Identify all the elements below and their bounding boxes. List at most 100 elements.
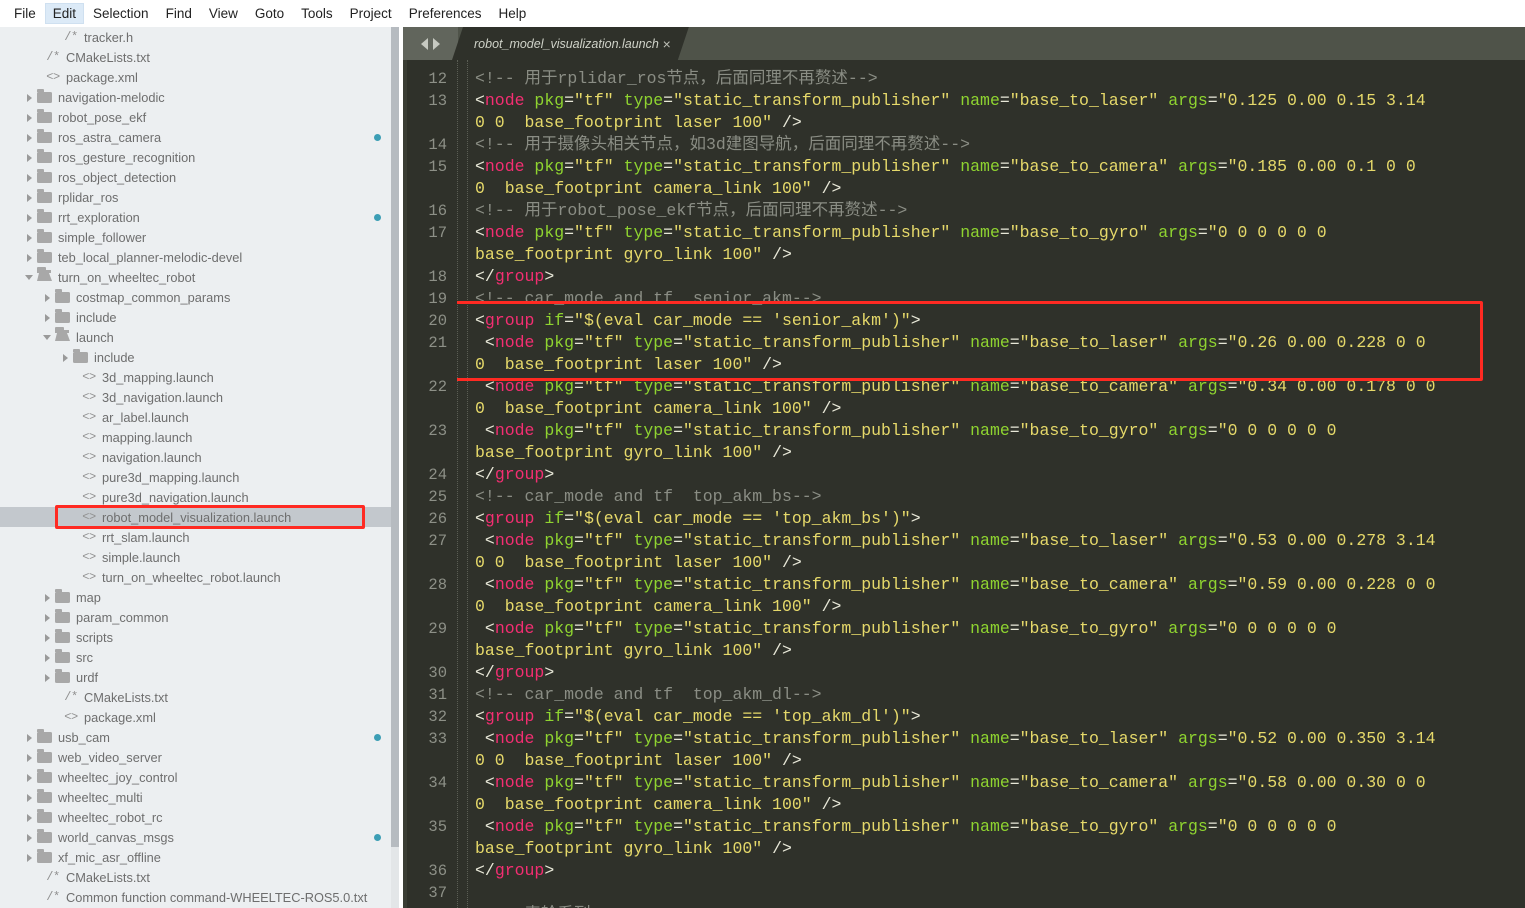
chevron-right-icon[interactable] — [24, 211, 36, 223]
menu-item-find[interactable]: Find — [158, 3, 200, 24]
chevron-right-icon[interactable] — [42, 671, 54, 683]
code-line[interactable]: <node pkg="tf" type="static_transform_pu… — [475, 530, 1525, 552]
code-line[interactable]: <!-- 用于摄像头相关节点，如3d建图导航，后面同理不再赘述--> — [475, 134, 1525, 156]
tree-item[interactable]: <> package.xml — [0, 67, 403, 87]
code-line[interactable]: <node pkg="tf" type="static_transform_pu… — [475, 376, 1525, 398]
code-line[interactable]: <node pkg="tf" type="static_transform_pu… — [475, 618, 1525, 640]
tree-item[interactable]: <> 3d_mapping.launch — [0, 367, 403, 387]
menu-item-preferences[interactable]: Preferences — [401, 3, 490, 24]
tree-item[interactable]: <> rrt_slam.launch — [0, 527, 403, 547]
code-line[interactable]: <node pkg="tf" type="static_transform_pu… — [475, 816, 1525, 838]
code-line[interactable]: <!-- car_mode and tf top_akm_dl--> — [475, 684, 1525, 706]
tree-item[interactable]: <> pure3d_navigation.launch — [0, 487, 403, 507]
chevron-right-icon[interactable] — [42, 291, 54, 303]
code-line[interactable]: 0 base_footprint laser 100" /> — [475, 354, 1525, 376]
tree-item[interactable]: navigation-melodic — [0, 87, 403, 107]
chevron-down-icon[interactable] — [24, 271, 36, 283]
code-line[interactable]: <!-- 用于rplidar_ros节点，后面同理不再赘述--> — [475, 68, 1525, 90]
chevron-right-icon[interactable] — [42, 651, 54, 663]
tree-item[interactable]: ros_object_detection — [0, 167, 403, 187]
tree-item[interactable]: launch — [0, 327, 403, 347]
code-line[interactable]: </group> — [475, 266, 1525, 288]
menu-item-project[interactable]: Project — [342, 3, 400, 24]
code-line[interactable]: <node pkg="tf" type="static_transform_pu… — [475, 772, 1525, 794]
tree-item[interactable]: include — [0, 347, 403, 367]
chevron-right-icon[interactable] — [24, 851, 36, 863]
tree-item[interactable]: wheeltec_robot_rc — [0, 807, 403, 827]
chevron-right-icon[interactable] — [24, 111, 36, 123]
code-line[interactable]: 0 0 base_footprint laser 100" /> — [475, 750, 1525, 772]
chevron-right-icon[interactable] — [24, 251, 36, 263]
tree-item[interactable]: /* CMakeLists.txt — [0, 47, 403, 67]
chevron-right-icon[interactable] — [42, 311, 54, 323]
code-line[interactable]: <!-- 麦轮系列 --> — [475, 904, 1525, 908]
menu-item-view[interactable]: View — [201, 3, 246, 24]
tree-item[interactable]: src — [0, 647, 403, 667]
tree-item[interactable]: wheeltec_joy_control — [0, 767, 403, 787]
code-line[interactable]: <!-- 用于robot_pose_ekf节点，后面同理不再赘述--> — [475, 200, 1525, 222]
tree-item[interactable]: ros_astra_camera — [0, 127, 403, 147]
editor-tab-active[interactable]: robot_model_visualization.launch × — [452, 27, 689, 60]
tree-item[interactable]: robot_pose_ekf — [0, 107, 403, 127]
code-line[interactable]: </group> — [475, 860, 1525, 882]
tree-item[interactable]: param_common — [0, 607, 403, 627]
tree-item[interactable]: xf_mic_asr_offline — [0, 847, 403, 867]
chevron-right-icon[interactable] — [42, 631, 54, 643]
chevron-right-icon[interactable] — [24, 811, 36, 823]
chevron-right-icon[interactable] — [24, 731, 36, 743]
tree-item[interactable]: usb_cam — [0, 727, 403, 747]
tree-item[interactable]: urdf — [0, 667, 403, 687]
menu-item-file[interactable]: File — [6, 3, 44, 24]
tree-item[interactable]: rrt_exploration — [0, 207, 403, 227]
tree-item[interactable]: turn_on_wheeltec_robot — [0, 267, 403, 287]
menu-item-edit[interactable]: Edit — [44, 2, 85, 24]
chevron-right-icon[interactable] — [24, 791, 36, 803]
tree-item[interactable]: /* CMakeLists.txt — [0, 867, 403, 887]
tree-item[interactable]: scripts — [0, 627, 403, 647]
tree-item-selected[interactable]: <> robot_model_visualization.launch — [0, 507, 403, 527]
tree-item[interactable]: wheeltec_multi — [0, 787, 403, 807]
tree-item[interactable]: <> package.xml — [0, 707, 403, 727]
file-sidebar[interactable]: /* tracker.h /* CMakeLists.txt <> package.xml… — [0, 27, 403, 908]
chevron-right-icon[interactable] — [60, 351, 72, 363]
code-line[interactable]: <node pkg="tf" type="static_transform_pu… — [475, 90, 1525, 112]
code-line[interactable]: <node pkg="tf" type="static_transform_pu… — [475, 332, 1525, 354]
code-line[interactable]: <node pkg="tf" type="static_transform_pu… — [475, 420, 1525, 442]
code-line[interactable]: base_footprint gyro_link 100" /> — [475, 244, 1525, 266]
code-line[interactable]: <!-- car_mode and tf top_akm_bs--> — [475, 486, 1525, 508]
tree-item[interactable]: rplidar_ros — [0, 187, 403, 207]
chevron-down-icon[interactable] — [42, 331, 54, 343]
code-line[interactable]: 0 base_footprint camera_link 100" /> — [475, 178, 1525, 200]
tree-item[interactable]: <> turn_on_wheeltec_robot.launch — [0, 567, 403, 587]
chevron-right-icon[interactable] — [42, 591, 54, 603]
close-icon[interactable]: × — [663, 36, 671, 52]
tree-item[interactable]: <> mapping.launch — [0, 427, 403, 447]
code-line[interactable]: <group if="$(eval car_mode == 'top_akm_b… — [475, 508, 1525, 530]
code-line[interactable]: <node pkg="tf" type="static_transform_pu… — [475, 728, 1525, 750]
tree-item[interactable]: <> navigation.launch — [0, 447, 403, 467]
code-line[interactable]: <node pkg="tf" type="static_transform_pu… — [475, 222, 1525, 244]
tree-item[interactable]: <> pure3d_mapping.launch — [0, 467, 403, 487]
next-arrow-icon[interactable] — [433, 37, 440, 50]
tab-nav-arrows[interactable] — [403, 27, 458, 60]
tree-item[interactable]: include — [0, 307, 403, 327]
code-line[interactable]: base_footprint gyro_link 100" /> — [475, 838, 1525, 860]
tree-item[interactable]: web_video_server — [0, 747, 403, 767]
code-line[interactable]: <!-- car_mode and tf senior_akm--> — [475, 288, 1525, 310]
chevron-right-icon[interactable] — [24, 751, 36, 763]
chevron-right-icon[interactable] — [24, 151, 36, 163]
code-content[interactable]: <!-- 用于rplidar_ros节点，后面同理不再赘述--> <node pk… — [457, 60, 1525, 908]
code-line[interactable]: </group> — [475, 464, 1525, 486]
chevron-right-icon[interactable] — [24, 231, 36, 243]
chevron-right-icon[interactable] — [24, 171, 36, 183]
code-line[interactable]: base_footprint gyro_link 100" /> — [475, 640, 1525, 662]
menu-item-selection[interactable]: Selection — [85, 3, 157, 24]
code-line[interactable]: 0 0 base_footprint laser 100" /> — [475, 552, 1525, 574]
code-line[interactable]: base_footprint gyro_link 100" /> — [475, 442, 1525, 464]
code-line[interactable]: <node pkg="tf" type="static_transform_pu… — [475, 574, 1525, 596]
tree-item[interactable]: /* CMakeLists.txt — [0, 687, 403, 707]
sidebar-scrollbar-thumb[interactable] — [391, 27, 399, 847]
code-line[interactable]: </group> — [475, 662, 1525, 684]
code-line[interactable]: 0 base_footprint camera_link 100" /> — [475, 596, 1525, 618]
tree-item[interactable]: <> 3d_navigation.launch — [0, 387, 403, 407]
